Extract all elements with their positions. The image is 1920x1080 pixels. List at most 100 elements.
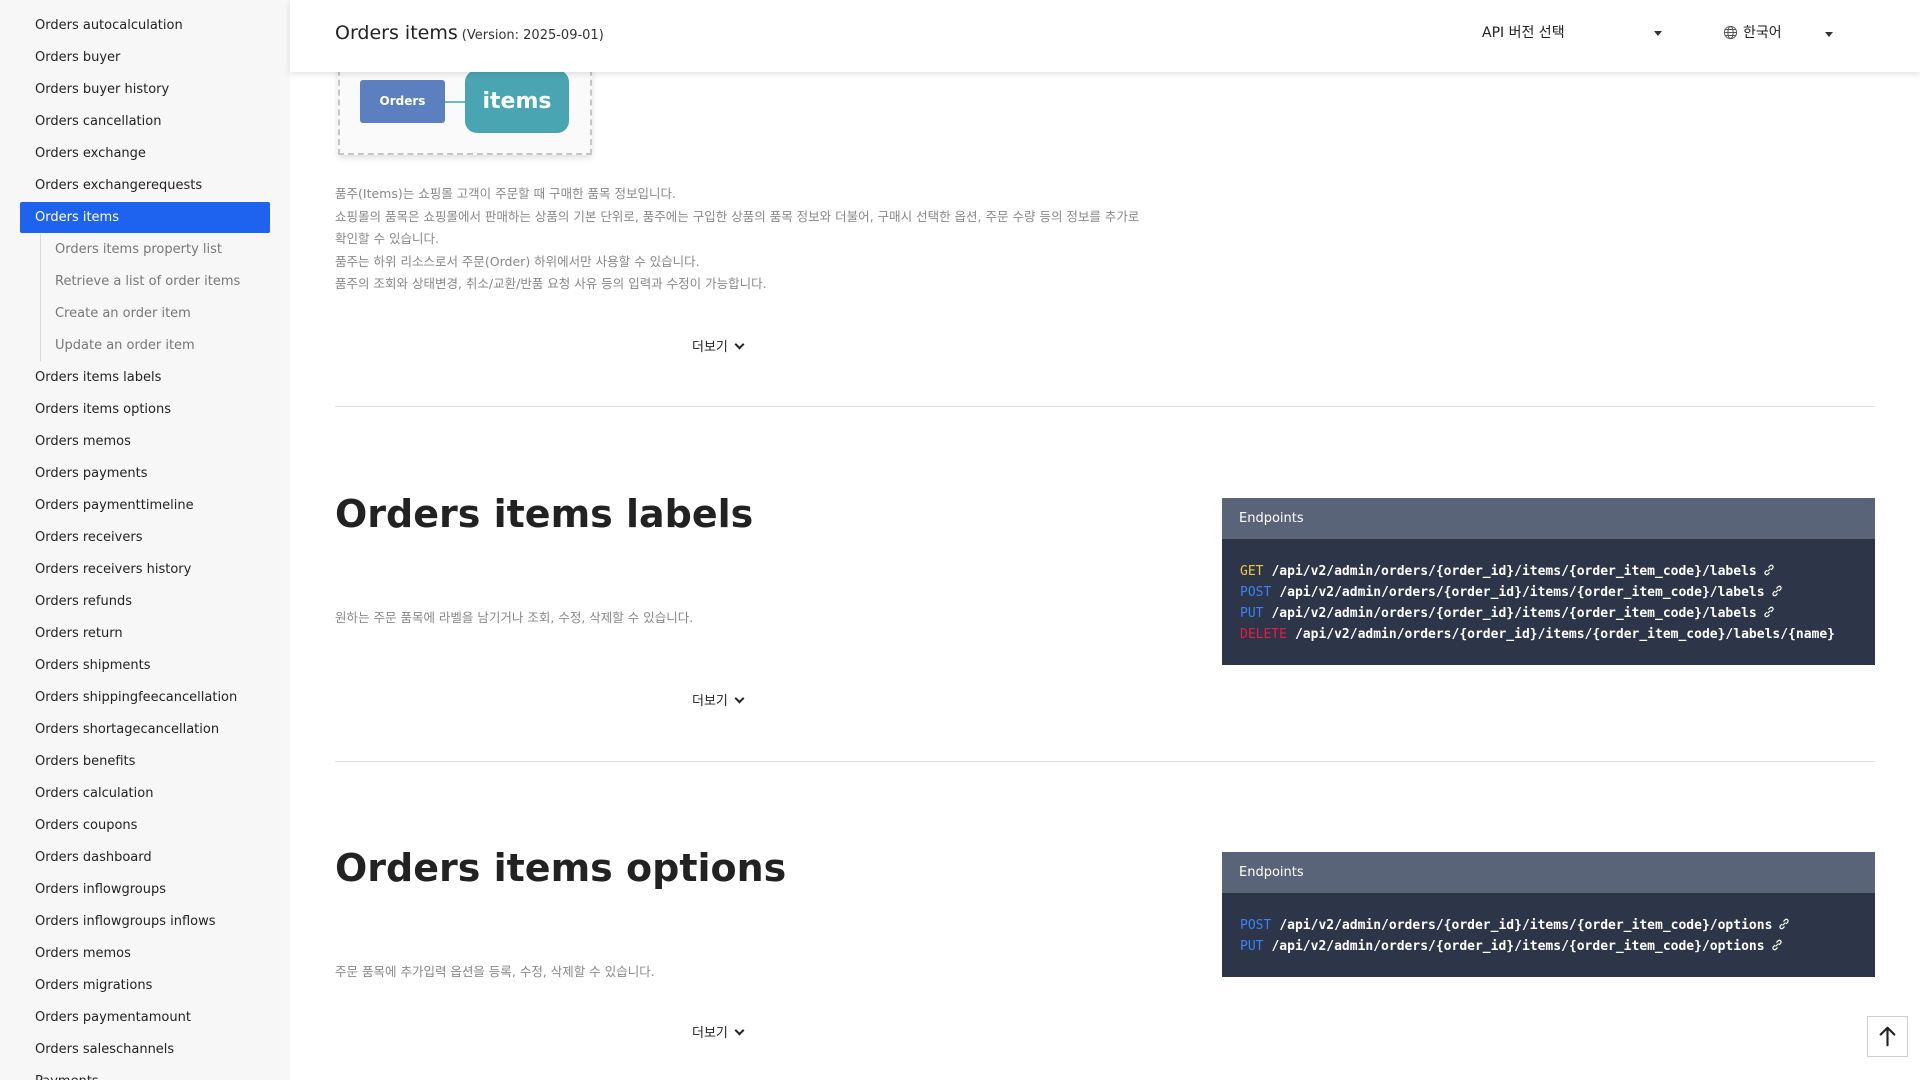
section-divider bbox=[335, 761, 1875, 762]
language-select[interactable]: 한국어 bbox=[1723, 22, 1833, 42]
sidebar-item[interactable]: Orders shortagecancellation bbox=[20, 714, 270, 746]
sidebar-item[interactable]: Orders migrations bbox=[20, 970, 270, 1002]
sidebar-item[interactable]: Orders inflowgroups inflows bbox=[20, 906, 270, 938]
api-version-select[interactable]: API 버전 선택 bbox=[1482, 22, 1662, 42]
scroll-top-button[interactable] bbox=[1867, 1016, 1908, 1057]
section-divider bbox=[335, 406, 1875, 407]
options-endpoints-panel: Endpoints POST/api/v2/admin/orders/{orde… bbox=[1222, 852, 1875, 977]
labels-section-title: Orders items labels bbox=[335, 492, 754, 536]
sidebar-item[interactable]: Payments bbox=[20, 1066, 270, 1080]
items-description-line: 품주는 하위 리소스로서 주문(Order) 하위에서만 사용할 수 있습니다. bbox=[335, 253, 700, 269]
sidebar-item[interactable]: Orders benefits bbox=[20, 746, 270, 778]
labels-section-description: 원하는 주문 품목에 라벨을 남기거나 조회, 수정, 삭제할 수 있습니다. bbox=[335, 610, 694, 625]
sidebar-item[interactable]: Orders memos bbox=[20, 426, 270, 458]
endpoint-method: POST bbox=[1240, 918, 1272, 933]
endpoint-path: /api/v2/admin/orders/{order_id}/items/{o… bbox=[1271, 564, 1757, 579]
sidebar-item[interactable]: Orders calculation bbox=[20, 778, 270, 810]
endpoint-path: /api/v2/admin/orders/{order_id}/items/{o… bbox=[1279, 918, 1773, 933]
sidebar-item[interactable]: Orders memos bbox=[20, 938, 270, 970]
sidebar-item[interactable]: Orders shippingfeecancellation bbox=[20, 682, 270, 714]
endpoint-method: PUT bbox=[1240, 606, 1264, 621]
endpoints-list: GET/api/v2/admin/orders/{order_id}/items… bbox=[1222, 539, 1875, 645]
link-icon[interactable] bbox=[1763, 564, 1775, 576]
endpoints-header: Endpoints bbox=[1222, 852, 1875, 893]
sidebar-item[interactable]: Orders cancellation bbox=[20, 106, 270, 138]
sidebar-item[interactable]: Orders return bbox=[20, 618, 270, 650]
diagram-connector bbox=[445, 101, 465, 103]
sidebar-item[interactable]: Orders saleschannels bbox=[20, 1034, 270, 1066]
items-more-button[interactable]: 더보기 bbox=[692, 336, 745, 355]
endpoint-row: PUT/api/v2/admin/orders/{order_id}/items… bbox=[1240, 936, 1875, 957]
endpoint-row: PUT/api/v2/admin/orders/{order_id}/items… bbox=[1240, 603, 1875, 624]
items-description: 품주(Items)는 쇼핑몰 고객이 주문할 때 구매한 품목 정보입니다. 쇼… bbox=[335, 183, 1195, 296]
more-label: 더보기 bbox=[692, 694, 728, 709]
link-icon[interactable] bbox=[1763, 606, 1775, 618]
items-description-line: 품주의 조회와 상태변경, 취소/교환/반품 요청 사유 등의 입력과 수정이 … bbox=[335, 276, 767, 291]
sidebar: Orders autocalculation Orders buyer Orde… bbox=[0, 0, 290, 1080]
link-icon[interactable] bbox=[1778, 918, 1790, 930]
sidebar-item[interactable]: Orders buyer bbox=[20, 42, 270, 74]
page-title-text: Orders items bbox=[335, 22, 458, 44]
sidebar-sub-list: Orders items property list Retrieve a li… bbox=[40, 234, 290, 362]
sidebar-item[interactable]: Orders dashboard bbox=[20, 842, 270, 874]
more-label: 더보기 bbox=[692, 1026, 728, 1041]
endpoint-method: DELETE bbox=[1240, 627, 1287, 642]
endpoint-path: /api/v2/admin/orders/{order_id}/items/{o… bbox=[1294, 627, 1836, 642]
api-version-select-label: API 버전 선택 bbox=[1482, 25, 1565, 41]
labels-endpoints-panel: Endpoints GET/api/v2/admin/orders/{order… bbox=[1222, 498, 1875, 665]
sidebar-item[interactable]: Orders exchangerequests bbox=[20, 170, 270, 202]
sidebar-sub-item[interactable]: Orders items property list bbox=[41, 234, 290, 266]
sidebar-item-orders-items-active[interactable]: Orders items bbox=[20, 202, 270, 233]
options-section-title: Orders items options bbox=[335, 846, 787, 890]
endpoint-row: DELETE/api/v2/admin/orders/{order_id}/it… bbox=[1240, 624, 1875, 645]
top-header: Orders items (Version: 2025-09-01) API 버전… bbox=[290, 0, 1920, 72]
sidebar-item[interactable]: Orders inflowgroups bbox=[20, 874, 270, 906]
sidebar-item[interactable]: Orders items options bbox=[20, 394, 270, 426]
sidebar-list-rest: Orders items labels Orders items options… bbox=[0, 362, 290, 1080]
sidebar-item[interactable]: Orders refunds bbox=[20, 586, 270, 618]
sidebar-item[interactable]: Orders receivers history bbox=[20, 554, 270, 586]
endpoints-header: Endpoints bbox=[1222, 498, 1875, 539]
chevron-down-icon bbox=[734, 693, 745, 704]
labels-more-button[interactable]: 더보기 bbox=[692, 690, 745, 709]
sidebar-sub-item[interactable]: Create an order item bbox=[41, 298, 290, 330]
sidebar-item[interactable]: Orders coupons bbox=[20, 810, 270, 842]
orders-items-diagram: Orders items bbox=[338, 60, 592, 155]
sidebar-list: Orders autocalculation Orders buyer Orde… bbox=[0, 10, 290, 233]
endpoint-path: /api/v2/admin/orders/{order_id}/items/{o… bbox=[1271, 606, 1757, 621]
caret-down-icon bbox=[1825, 32, 1833, 37]
sidebar-item[interactable]: Orders autocalculation bbox=[20, 10, 270, 42]
endpoint-path: /api/v2/admin/orders/{order_id}/items/{o… bbox=[1271, 939, 1765, 954]
link-icon[interactable] bbox=[1771, 939, 1783, 951]
options-more-button[interactable]: 더보기 bbox=[692, 1022, 745, 1041]
link-icon[interactable] bbox=[1771, 585, 1783, 597]
sidebar-item[interactable]: Orders receivers bbox=[20, 522, 270, 554]
items-description-line: 쇼핑몰의 품목은 쇼핑몰에서 판매하는 상품의 기본 단위로, 품주에는 구입한… bbox=[335, 208, 1140, 224]
endpoint-row: POST/api/v2/admin/orders/{order_id}/item… bbox=[1240, 582, 1875, 603]
language-select-label: 한국어 bbox=[1743, 25, 1782, 41]
sidebar-item[interactable]: Orders payments bbox=[20, 458, 270, 490]
sidebar-item[interactable]: Orders paymentamount bbox=[20, 1002, 270, 1034]
chevron-down-icon bbox=[734, 339, 745, 350]
endpoints-list: POST/api/v2/admin/orders/{order_id}/item… bbox=[1222, 893, 1875, 957]
more-label: 더보기 bbox=[692, 340, 728, 355]
sidebar-item[interactable]: Orders items labels bbox=[20, 362, 270, 394]
caret-down-icon bbox=[1654, 31, 1662, 36]
sidebar-item[interactable]: Orders paymenttimeline bbox=[20, 490, 270, 522]
items-description-line: 확인할 수 있습니다. bbox=[335, 231, 439, 246]
version-label: (Version: 2025-09-01) bbox=[461, 28, 604, 43]
diagram-orders-box: Orders bbox=[360, 80, 445, 123]
endpoint-method: POST bbox=[1240, 585, 1272, 600]
diagram-items-box: items bbox=[465, 70, 569, 133]
main-content: Orders items 품주(Items)는 쇼핑몰 고객이 주문할 때 구매… bbox=[290, 0, 1920, 1080]
endpoint-method: PUT bbox=[1240, 939, 1264, 954]
sidebar-item[interactable]: Orders exchange bbox=[20, 138, 270, 170]
arrow-up-icon bbox=[1879, 1026, 1896, 1047]
sidebar-sub-item[interactable]: Retrieve a list of order items bbox=[41, 266, 290, 298]
sidebar-sub-item[interactable]: Update an order item bbox=[41, 330, 290, 362]
endpoint-path: /api/v2/admin/orders/{order_id}/items/{o… bbox=[1279, 585, 1765, 600]
endpoint-row: POST/api/v2/admin/orders/{order_id}/item… bbox=[1240, 915, 1875, 936]
chevron-down-icon bbox=[734, 1025, 745, 1036]
sidebar-item[interactable]: Orders shipments bbox=[20, 650, 270, 682]
sidebar-item[interactable]: Orders buyer history bbox=[20, 74, 270, 106]
